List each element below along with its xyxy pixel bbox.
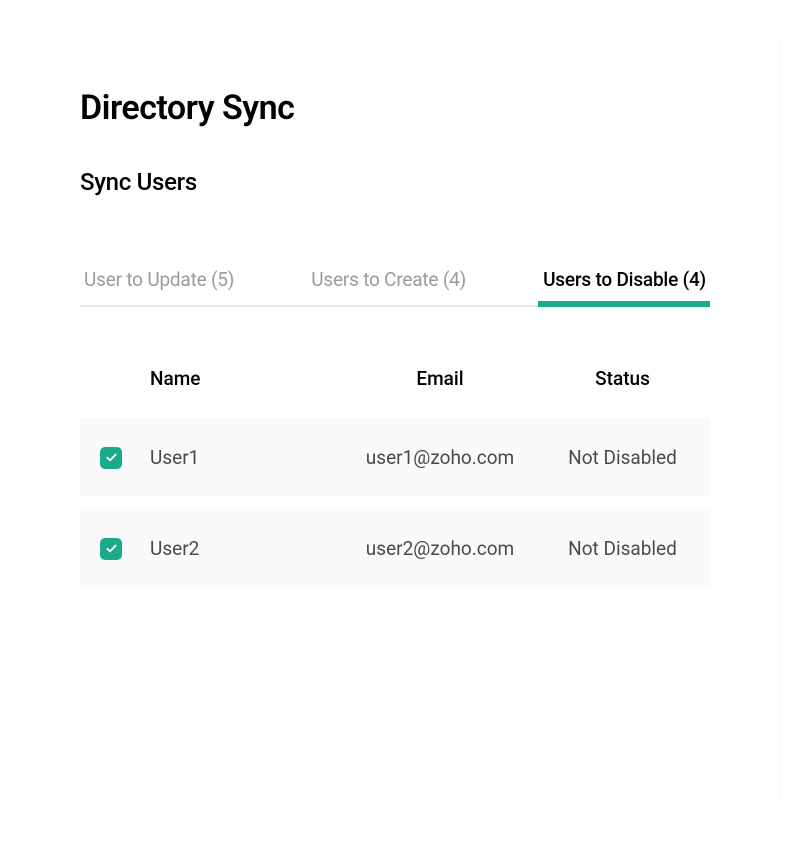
- header-status: Status: [555, 367, 690, 390]
- cell-email: user1@zoho.com: [325, 446, 555, 469]
- page-title: Directory Sync: [80, 88, 710, 128]
- cell-status: Not Disabled: [555, 446, 690, 469]
- header-name: Name: [150, 367, 325, 390]
- cell-email: user2@zoho.com: [325, 537, 555, 560]
- tab-users-to-create[interactable]: Users to Create (4): [311, 268, 466, 291]
- main-card: Directory Sync Sync Users User to Update…: [10, 10, 780, 834]
- cell-name: User1: [150, 446, 325, 469]
- cell-status: Not Disabled: [555, 537, 690, 560]
- table-row: User1 user1@zoho.com Not Disabled: [80, 418, 710, 497]
- cell-name: User2: [150, 537, 325, 560]
- table-row: User2 user2@zoho.com Not Disabled: [80, 509, 710, 588]
- section-title: Sync Users: [80, 168, 710, 196]
- row-checkbox[interactable]: [100, 447, 122, 469]
- row-checkbox[interactable]: [100, 538, 122, 560]
- table-header: Name Email Status: [80, 367, 710, 418]
- checkmark-icon: [105, 542, 118, 555]
- tab-indicator: [538, 301, 710, 307]
- checkmark-icon: [105, 451, 118, 464]
- tabs-container: User to Update (5) Users to Create (4) U…: [80, 268, 710, 307]
- header-email: Email: [325, 367, 555, 390]
- tab-users-to-disable[interactable]: Users to Disable (4): [543, 268, 706, 291]
- tab-user-to-update[interactable]: User to Update (5): [84, 268, 234, 291]
